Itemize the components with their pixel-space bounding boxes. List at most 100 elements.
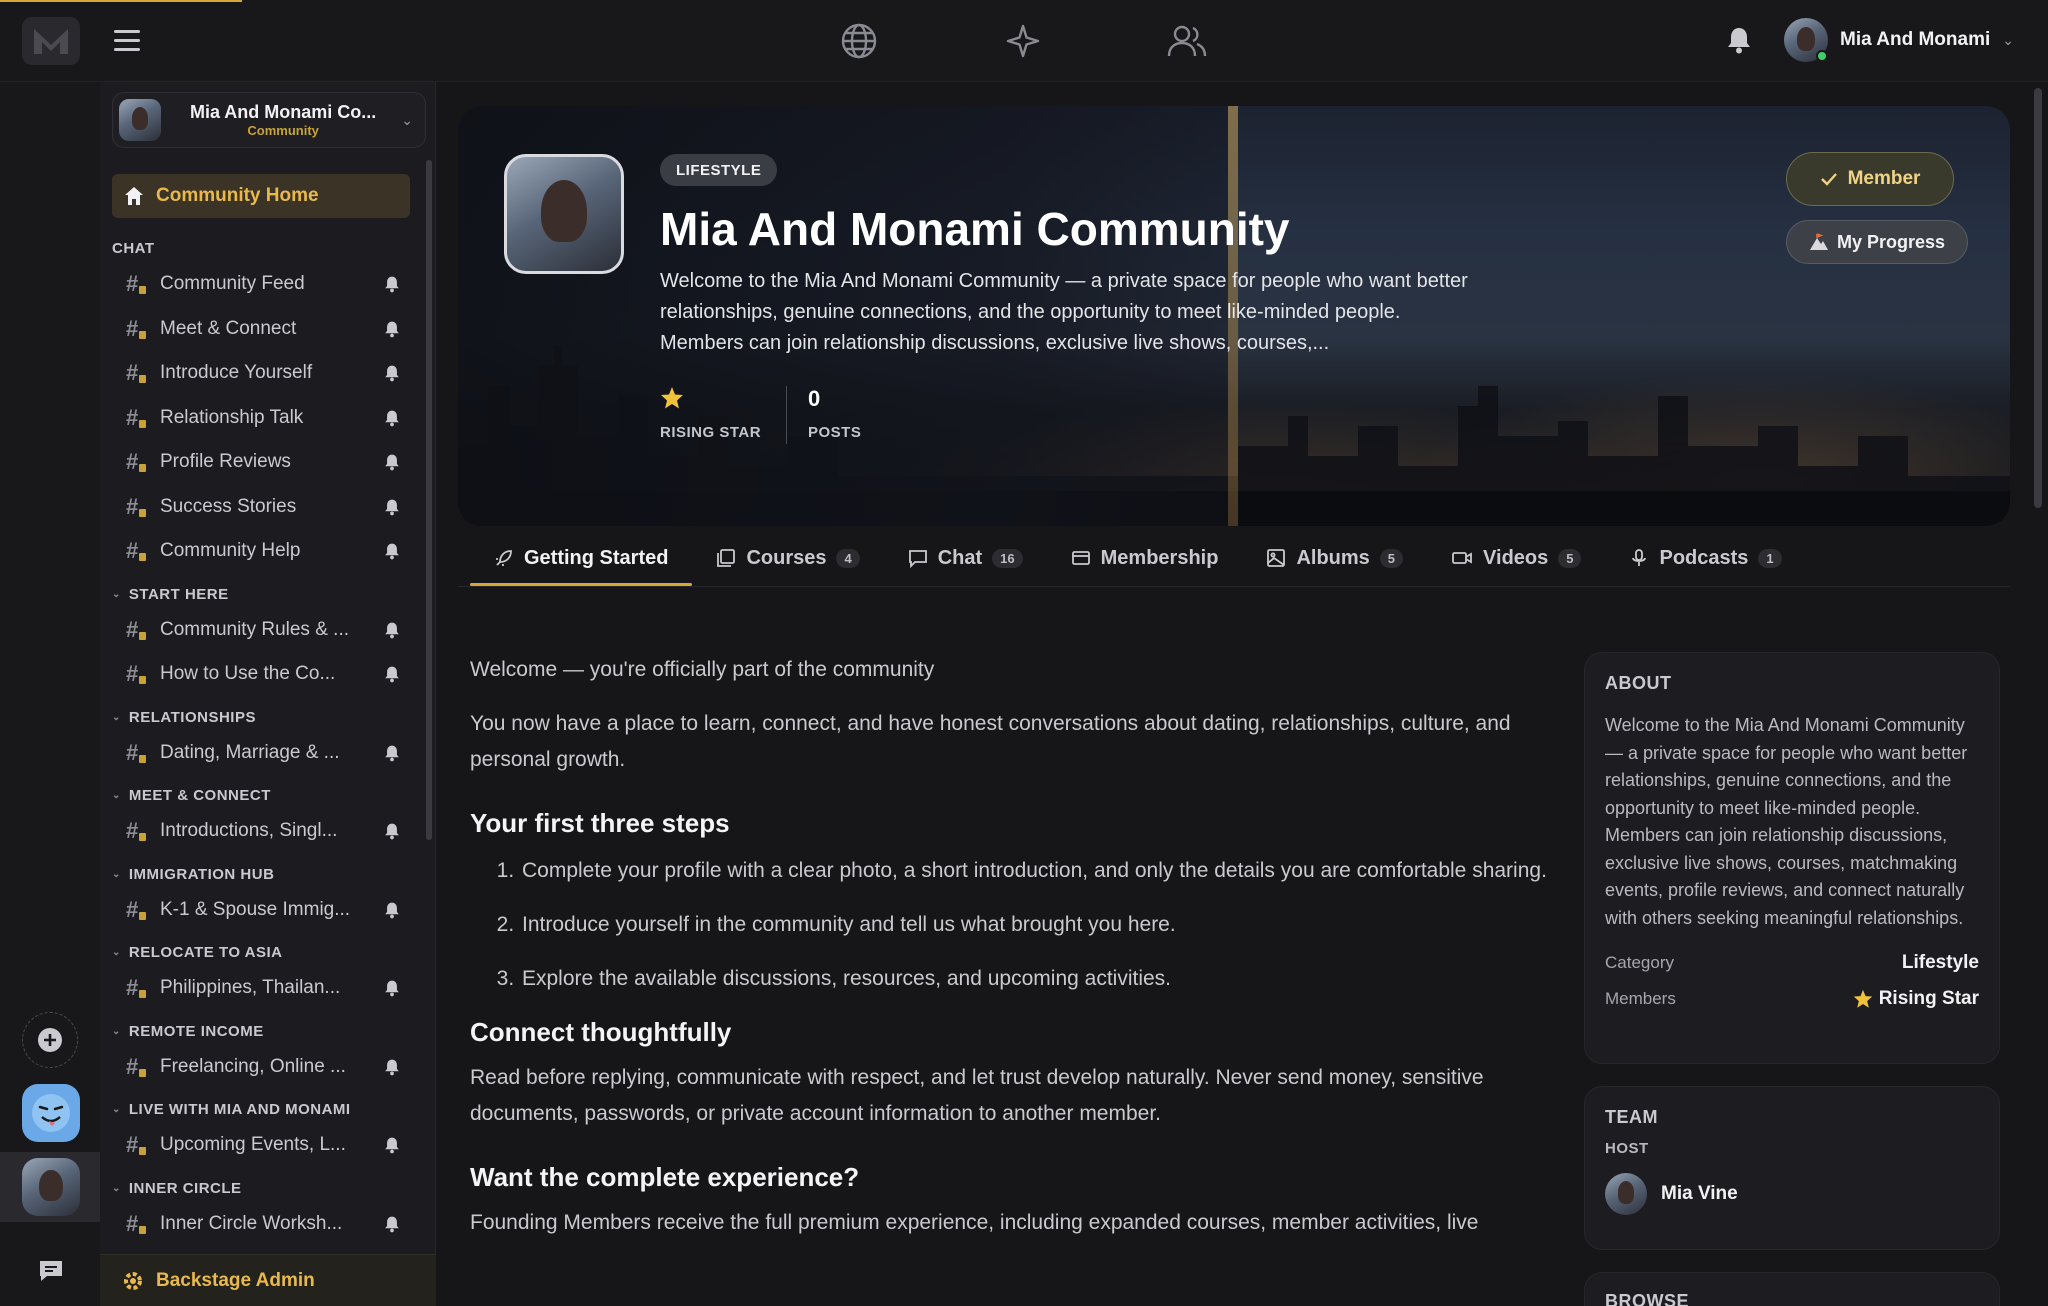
bell-icon[interactable] — [384, 822, 402, 840]
sidebar-scrollbar[interactable] — [426, 160, 432, 840]
sidebar-channel[interactable]: # Dating, Marriage & ... — [126, 735, 402, 771]
sidebar-channel[interactable]: # Freelancing, Online ... — [126, 1049, 402, 1085]
home-icon — [125, 187, 143, 205]
sidebar-channel[interactable]: # Inner Circle Worksh... — [126, 1206, 402, 1242]
notifications-bell-icon[interactable] — [1726, 26, 1756, 56]
sidebar-channel[interactable]: # Upcoming Events, L... — [126, 1127, 402, 1163]
backstage-admin-button[interactable]: Backstage Admin — [100, 1254, 436, 1306]
sidebar-section-header[interactable]: ⌄ INNER CIRCLE — [112, 1180, 242, 1197]
tab-label: Courses — [746, 546, 827, 569]
chevron-down-icon: ⌄ — [112, 1182, 121, 1194]
channel-name: Introductions, Singl... — [160, 820, 338, 841]
category-pill[interactable]: LIFESTYLE — [660, 154, 778, 186]
sidebar-section-header[interactable]: ⌄ IMMIGRATION HUB — [112, 866, 274, 883]
main-scrollbar[interactable] — [2034, 88, 2042, 508]
sidebar-section-header[interactable]: ⌄ START HERE — [112, 586, 229, 603]
sidebar-channel[interactable]: # Community Feed — [126, 266, 402, 302]
sidebar-section-title: INNER CIRCLE — [128, 1179, 242, 1197]
tab-courses[interactable]: Courses 4 — [692, 532, 883, 584]
bell-icon[interactable] — [384, 498, 402, 516]
team-title: TEAM — [1605, 1107, 1658, 1127]
bell-icon[interactable] — [384, 542, 402, 560]
bell-icon[interactable] — [384, 621, 402, 639]
messages-icon[interactable] — [22, 1242, 80, 1300]
channel-name: Community Rules & ... — [160, 618, 349, 640]
sidebar-channel[interactable]: # Introductions, Singl... — [126, 813, 402, 849]
sidebar-item-community-home[interactable]: Community Home — [112, 174, 410, 218]
chevron-down-icon: ⌄ — [112, 1025, 121, 1037]
add-community-button[interactable] — [22, 1012, 78, 1068]
step-item: Introduce yourself in the community and … — [520, 907, 1550, 943]
gear-icon — [124, 1271, 142, 1290]
sidebar-section-header[interactable]: ⌄ RELATIONSHIPS — [112, 709, 256, 726]
locked-hash-icon: # — [126, 360, 154, 386]
bell-icon[interactable] — [384, 409, 402, 427]
community-switcher[interactable]: Mia And Monami Co... Community ⌄ — [112, 92, 426, 148]
locked-hash-icon: # — [126, 1211, 154, 1237]
welcome-heading: Welcome — you're officially part of the … — [470, 658, 935, 681]
sidebar-section-header[interactable]: ⌄ LIVE WITH MIA AND MONAMI — [112, 1101, 351, 1118]
people-icon[interactable] — [1166, 20, 1208, 62]
user-name: Mia And Monami — [1840, 29, 1991, 50]
team-panel: TEAM HOST Mia Vine — [1584, 1086, 2000, 1250]
chevron-down-icon: ⌄ — [112, 868, 121, 880]
sidebar-channel[interactable]: # Community Rules & ... — [126, 612, 402, 648]
channel-name: Community Feed — [160, 273, 305, 294]
community-avatar — [119, 99, 161, 141]
menu-icon[interactable] — [114, 30, 140, 52]
sidebar-channel[interactable]: # Relationship Talk — [126, 400, 402, 436]
community-tabs: Getting Started Courses 4 Chat 16 Membership A… — [470, 532, 1806, 586]
globe-icon[interactable] — [838, 20, 880, 62]
chevron-down-icon: ⌄ — [2002, 31, 2014, 48]
bell-icon[interactable] — [384, 453, 402, 471]
sidebar-channel[interactable]: # Meet & Connect — [126, 311, 402, 347]
chevron-down-icon: ⌄ — [112, 790, 121, 801]
community-cover-avatar — [504, 154, 624, 274]
my-progress-button[interactable]: My Progress — [1786, 220, 1968, 264]
sidebar-section-header[interactable]: ⌄ MEET & CONNECT — [112, 787, 271, 804]
bell-icon[interactable] — [384, 1058, 402, 1076]
tab-membership[interactable]: Membership — [1047, 532, 1243, 584]
bell-icon[interactable] — [384, 1136, 402, 1154]
user-menu[interactable]: Mia And Monami ⌄ — [1784, 18, 2014, 62]
tab-getting-started[interactable]: Getting Started — [470, 532, 693, 586]
app-logo[interactable] — [22, 17, 80, 65]
host-member[interactable]: Mia Vine — [1605, 1173, 1979, 1215]
star-icon — [661, 387, 683, 409]
tab-label: Videos — [1483, 546, 1549, 569]
sidebar-channel[interactable]: # K-1 & Spouse Immig... — [126, 892, 402, 928]
tab-albums[interactable]: Albums 5 — [1242, 532, 1427, 584]
member-button[interactable]: Member — [1786, 152, 1954, 206]
community-emoji-avatar[interactable] — [22, 1084, 80, 1142]
tab-label: Getting Started — [524, 546, 669, 569]
channel-name: K-1 & Spouse Immig... — [160, 898, 351, 920]
sidebar-channel[interactable]: # How to Use the Co... — [126, 656, 402, 692]
bell-icon[interactable] — [384, 901, 402, 919]
bell-icon[interactable] — [384, 744, 402, 762]
tab-chat[interactable]: Chat 16 — [884, 532, 1047, 584]
tab-videos[interactable]: Videos 5 — [1427, 532, 1605, 584]
sidebar-channel[interactable]: # Community Help — [126, 533, 402, 569]
sidebar-channel[interactable]: # Profile Reviews — [126, 444, 402, 480]
bell-icon[interactable] — [384, 364, 402, 382]
tab-podcasts[interactable]: Podcasts 1 — [1605, 532, 1805, 584]
check-icon — [1820, 173, 1837, 186]
bell-icon[interactable] — [384, 1215, 402, 1233]
bell-icon[interactable] — [384, 320, 402, 338]
mountain-icon — [1809, 233, 1828, 250]
sidebar-channel[interactable]: # Success Stories — [126, 489, 402, 525]
bell-icon[interactable] — [384, 665, 402, 683]
experience-paragraph: Founding Members receive the full premiu… — [470, 1211, 1479, 1234]
sparkle-icon[interactable] — [1002, 20, 1044, 62]
sidebar-channel[interactable]: # Introduce Yourself — [126, 355, 402, 391]
locked-hash-icon: # — [126, 449, 154, 475]
sidebar-section-header[interactable]: ⌄ RELOCATE TO ASIA — [112, 944, 282, 961]
locked-hash-icon: # — [126, 617, 154, 643]
sidebar-section-header[interactable]: ⌄ REMOTE INCOME — [112, 1023, 264, 1040]
bell-icon[interactable] — [384, 275, 402, 293]
about-category-row: Category Lifestyle — [1605, 952, 1979, 974]
current-community-avatar[interactable] — [22, 1158, 80, 1216]
bell-icon[interactable] — [384, 979, 402, 997]
sidebar-channel[interactable]: # Philippines, Thailan... — [126, 970, 402, 1006]
steps-heading: Your first three steps — [470, 808, 730, 838]
